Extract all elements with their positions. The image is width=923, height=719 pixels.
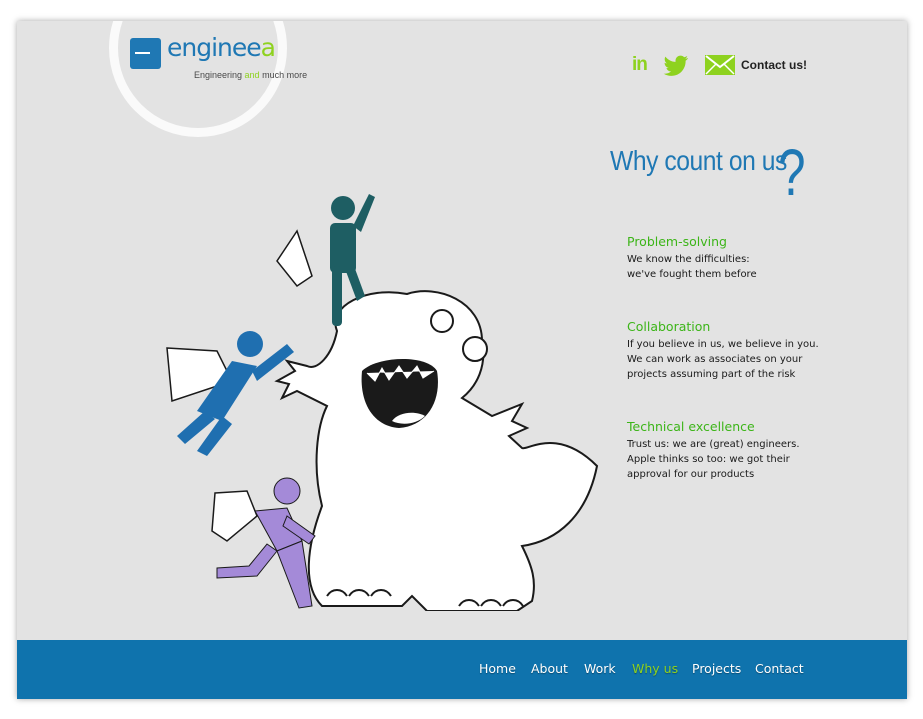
logo-word-main: engine — [167, 33, 247, 62]
feature-technical-excellence: Technical excellence Trust us: we are (g… — [627, 419, 887, 482]
feature-collaboration: Collaboration If you believe in us, we b… — [627, 319, 887, 382]
hero-figure-purple — [211, 477, 316, 609]
twitter-icon[interactable] — [663, 55, 689, 77]
feature-text-line: Trust us: we are (great) engineers. — [627, 439, 800, 450]
feature-text-line: approval for our products — [627, 469, 755, 480]
nav-item-projects[interactable]: Projects — [692, 661, 741, 676]
feature-problem-solving: Problem-solving We know the difficulties… — [627, 234, 887, 282]
feature-text-line: We know the difficulties: — [627, 254, 750, 265]
logo-word-e: e — [246, 33, 261, 62]
feature-text-line: projects assuming part of the risk — [627, 369, 796, 380]
logo-wordmark: engineea — [167, 33, 276, 62]
nav-item-work[interactable]: Work — [584, 661, 616, 676]
nav-item-home[interactable]: Home — [479, 661, 516, 676]
logo-mark-icon — [130, 38, 161, 69]
feature-text-line: we've fought them before — [627, 269, 757, 280]
logo-word-end: a — [260, 33, 276, 62]
page-title-text: Why count on us — [610, 145, 787, 176]
logo[interactable]: engineea Engineering and much more — [130, 33, 320, 87]
logo-tag-start: Engineering — [194, 70, 245, 80]
nav-item-why-us[interactable]: Why us — [632, 661, 678, 676]
page-frame: engineea Engineering and much more in Co… — [17, 21, 907, 699]
logo-tag-end: much more — [259, 70, 308, 80]
feature-text-line: We can work as associates on your — [627, 354, 803, 365]
feature-title: Problem-solving — [627, 234, 727, 249]
hero-illustration — [166, 194, 599, 611]
feature-text-line: If you believe in us, we believe in you. — [627, 339, 819, 350]
feature-title: Collaboration — [627, 319, 711, 334]
main-navigation: Home About Work Why us Projects Contact — [17, 640, 907, 699]
nav-item-about[interactable]: About — [531, 661, 568, 676]
question-mark: ? — [778, 135, 806, 209]
feature-title: Technical excellence — [627, 419, 755, 434]
feature-text-line: Apple thinks so too: we got their — [627, 454, 790, 465]
logo-tagline: Engineering and much more — [194, 70, 307, 80]
linkedin-icon[interactable]: in — [632, 54, 648, 76]
monster-illustration — [274, 290, 599, 611]
mail-icon[interactable] — [705, 55, 735, 75]
hero-figure-blue — [166, 331, 294, 456]
contact-us-link[interactable]: Contact us! — [741, 58, 807, 72]
nav-item-contact[interactable]: Contact — [755, 661, 804, 676]
logo-tag-accent: and — [244, 70, 260, 80]
